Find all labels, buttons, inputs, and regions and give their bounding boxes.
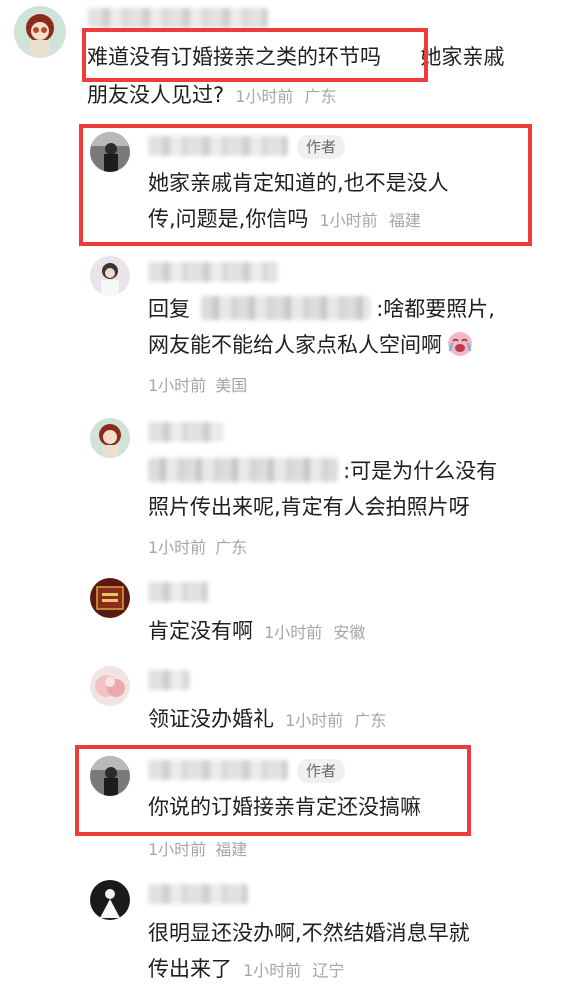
comment-location: 福建	[215, 840, 248, 859]
avatar[interactable]	[90, 256, 130, 296]
comment-time: 1小时前	[243, 961, 302, 980]
crying-emoji-icon	[447, 331, 473, 371]
username-blurred[interactable]	[148, 262, 278, 282]
comment-text-line2: 照片传出来呢,肯定有人会拍照片呀	[148, 495, 470, 519]
comment-line-1: 肯定没有啊 1小时前 安徽	[148, 612, 365, 652]
comment-time: 1小时前	[235, 87, 294, 106]
reply-prefix: 回复	[148, 297, 190, 321]
username-blurred[interactable]	[148, 422, 223, 442]
username-blurred[interactable]	[148, 884, 248, 904]
comment-text-line2: 网友能不能给人家点私人空间啊	[148, 333, 442, 357]
comment-time: 1小时前	[148, 376, 207, 395]
comment-text-line2: 传出来了	[148, 957, 232, 981]
comment-line-2: 传出来了 1小时前 辽宁	[148, 950, 344, 990]
comment-meta: 1小时前 福建	[148, 836, 247, 860]
comment-text-continued: 她家亲戚	[420, 45, 505, 69]
comment-text: 领证没办婚礼	[148, 707, 274, 731]
avatar[interactable]	[90, 418, 130, 458]
comment-location: 美国	[215, 376, 248, 395]
comment-time: 1小时前	[264, 623, 323, 642]
highlight-box	[79, 124, 532, 246]
comment-time: 1小时前	[148, 538, 207, 557]
comment-location: 广东	[354, 711, 387, 730]
avatar[interactable]	[14, 6, 66, 58]
comment-text: 很明显还没办啊,不然结婚消息早就	[148, 921, 470, 945]
highlight-box	[75, 745, 471, 836]
avatar[interactable]	[90, 578, 130, 618]
comment-location: 辽宁	[312, 961, 345, 980]
comment-text: :可是为什么没有	[343, 459, 498, 483]
comment-line-1: :可是为什么没有	[148, 452, 497, 492]
comment-meta: 1小时前 广东	[148, 534, 247, 558]
comment-location: 广东	[215, 538, 248, 557]
highlight-box	[82, 28, 428, 82]
avatar[interactable]	[90, 666, 130, 706]
comment-text-line2: 朋友没人见过?	[87, 83, 225, 107]
comment-text: 肯定没有啊	[148, 619, 253, 643]
comment-time: 1小时前	[148, 840, 207, 859]
username-blurred[interactable]	[148, 670, 190, 690]
comment-line-1: 回复 :啥都要照片,	[148, 290, 495, 330]
comment-location: 广东	[304, 87, 337, 106]
comment-line-2: 网友能不能给人家点私人空间啊	[148, 326, 473, 371]
comment-text: :啥都要照片,	[376, 297, 495, 321]
comment-location: 安徽	[333, 623, 366, 642]
comment-line-2: 朋友没人见过? 1小时前 广东	[87, 76, 337, 116]
reply-target-blurred[interactable]	[201, 296, 372, 320]
username-blurred[interactable]	[148, 582, 208, 602]
avatar[interactable]	[90, 880, 130, 920]
comment-time: 1小时前	[285, 711, 344, 730]
comment-meta: 1小时前 美国	[148, 372, 247, 396]
username-blurred[interactable]	[88, 8, 268, 28]
comment-line-1: 领证没办婚礼 1小时前 广东	[148, 700, 386, 740]
reply-target-blurred[interactable]	[148, 458, 338, 482]
